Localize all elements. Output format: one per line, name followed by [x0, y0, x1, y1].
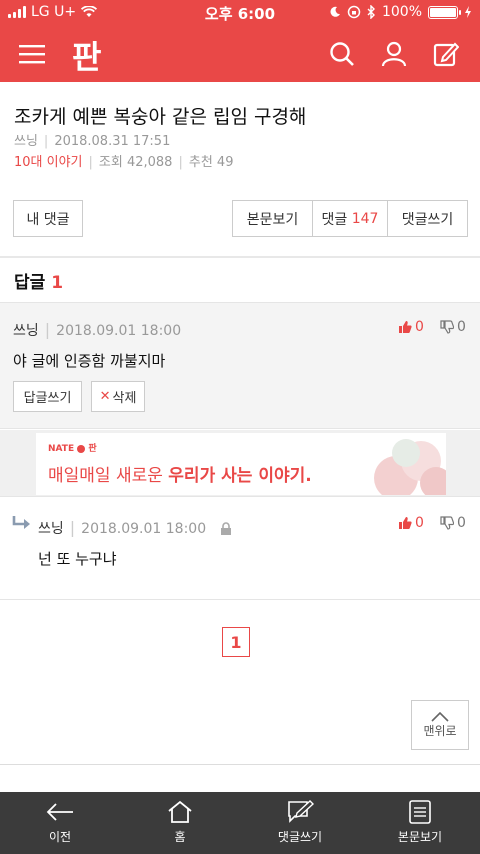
nav-home-label: 홈: [174, 830, 186, 844]
reply-meta: 쓰닝 | 2018.09.01 18:00: [38, 518, 233, 538]
write-button[interactable]: [426, 34, 466, 74]
post-author[interactable]: 쓰닝: [14, 134, 38, 149]
bluetooth-icon: [367, 5, 375, 19]
views-count: 42,088: [126, 155, 173, 170]
edit-icon: [433, 42, 459, 67]
reply-downvote-count: 0: [457, 515, 466, 531]
ad-dot-icon: [77, 444, 86, 453]
comment-date: 2018.09.01 18:00: [56, 323, 182, 339]
ad-brand-pan: 판: [88, 444, 97, 454]
ad-banner[interactable]: NATE 판 매일매일 새로운 우리가 사는 이야기.: [0, 430, 480, 496]
chevron-up-icon: [431, 711, 449, 722]
reply-write-button[interactable]: 답글쓰기: [13, 381, 82, 412]
comments-button[interactable]: 댓글 147: [312, 200, 388, 237]
comment-write-icon: [288, 800, 314, 823]
document-icon: [409, 800, 431, 824]
rotation-lock-icon: [347, 5, 361, 19]
upvote-button[interactable]: 0: [398, 319, 424, 335]
ad-brand: NATE 판: [48, 441, 97, 454]
post-title: 조카게 예쁜 복숭아 같은 립임 구경해: [14, 106, 307, 128]
reply-upvote-button[interactable]: 0: [398, 515, 424, 531]
ad-text-a: 매일매일 새로운: [48, 466, 163, 486]
thumbs-down-icon: [440, 516, 454, 530]
my-comments-button[interactable]: 내 댓글: [13, 200, 83, 237]
search-button[interactable]: [322, 34, 362, 74]
comment-author[interactable]: 쓰닝: [13, 323, 39, 339]
post-meta-author: 쓰닝 | 2018.08.31 17:51: [14, 134, 171, 149]
delete-button[interactable]: ✕ 삭제: [91, 381, 145, 412]
moon-icon: [330, 6, 340, 17]
battery-percent: 100%: [381, 4, 422, 20]
nav-view-body-label: 본문보기: [397, 830, 443, 844]
downvote-button[interactable]: 0: [440, 319, 466, 335]
page-number-current[interactable]: 1: [222, 627, 250, 657]
account-button[interactable]: [374, 34, 414, 74]
reply-author[interactable]: 쓰닝: [38, 521, 64, 537]
user-icon: [381, 41, 407, 67]
ad-text-b: 우리가 사는 이야기.: [168, 466, 312, 486]
back-arrow-icon: [46, 803, 73, 821]
reply-downvote-button[interactable]: 0: [440, 515, 466, 531]
comment-item: 쓰닝 | 2018.09.01 18:00 0 0 야 글에 인증함 까불지마 답글…: [0, 302, 480, 429]
site-logo[interactable]: 판: [72, 32, 101, 78]
home-icon: [168, 800, 192, 823]
nav-back[interactable]: 이전: [0, 792, 120, 854]
ad-text: 매일매일 새로운 우리가 사는 이야기.: [48, 461, 312, 486]
nav-view-body[interactable]: 본문보기: [360, 792, 480, 854]
menu-button[interactable]: [12, 34, 52, 74]
view-body-button[interactable]: 본문보기: [232, 200, 313, 237]
reply-item: 쓰닝 | 2018.09.01 18:00 0 0 넌 또 누구냐: [0, 496, 480, 600]
delete-icon: ✕: [99, 389, 111, 404]
reply-date: 2018.09.01 18:00: [81, 521, 207, 537]
replies-heading-label: 답글: [14, 273, 46, 293]
recommend-label: 추천: [188, 155, 213, 170]
scroll-to-top-button[interactable]: 맨위로: [411, 700, 469, 750]
top-bar: LG U+ 오후 6:00 100% 판: [0, 0, 480, 82]
thumbs-down-icon: [440, 320, 454, 334]
comments-label: 댓글: [321, 211, 348, 228]
ad-inner: NATE 판 매일매일 새로운 우리가 사는 이야기.: [36, 433, 446, 495]
views-label: 조회: [98, 155, 123, 170]
replies-heading: 답글 1: [14, 268, 63, 293]
post-category[interactable]: 10대 이야기: [14, 155, 83, 170]
reply-upvote-count: 0: [415, 515, 424, 531]
upvote-count: 0: [415, 319, 424, 335]
thumbs-up-icon: [399, 517, 412, 529]
thumbs-up-icon: [399, 321, 412, 333]
reply-arrow-icon: [12, 516, 30, 529]
reply-body: 넌 또 누구냐: [38, 550, 117, 568]
section-divider: [0, 256, 480, 258]
menu-icon: [19, 45, 45, 64]
battery-icon: [428, 5, 461, 19]
search-icon: [330, 42, 354, 66]
bottom-nav: 이전 홈 댓글쓰기 본문보기: [0, 792, 480, 854]
downvote-count: 0: [457, 319, 466, 335]
post-date: 2018.08.31 17:51: [54, 134, 171, 149]
lock-icon: [221, 521, 232, 535]
status-bar: LG U+ 오후 6:00 100%: [0, 0, 480, 26]
post-meta-stats: 10대 이야기 | 조회 42,088 | 추천 49: [14, 155, 234, 170]
write-comment-button[interactable]: 댓글쓰기: [387, 200, 468, 237]
footer-divider: [0, 764, 480, 765]
ad-balloons-image: [374, 439, 446, 495]
ad-brand-nate: NATE: [48, 444, 75, 454]
comment-meta: 쓰닝 | 2018.09.01 18:00: [13, 320, 182, 339]
charging-icon: [465, 6, 471, 18]
nav-back-label: 이전: [48, 830, 72, 844]
recommend-count: 49: [216, 155, 234, 170]
nav-write-comment-label: 댓글쓰기: [277, 830, 323, 844]
nav-home[interactable]: 홈: [120, 792, 240, 854]
nav-write-comment[interactable]: 댓글쓰기: [240, 792, 360, 854]
comment-body: 야 글에 인증함 까불지마: [13, 352, 166, 370]
comments-count: 147: [351, 210, 379, 227]
replies-count: 1: [51, 273, 64, 293]
scroll-to-top-label: 맨위로: [423, 723, 457, 738]
delete-label: 삭제: [112, 391, 137, 406]
